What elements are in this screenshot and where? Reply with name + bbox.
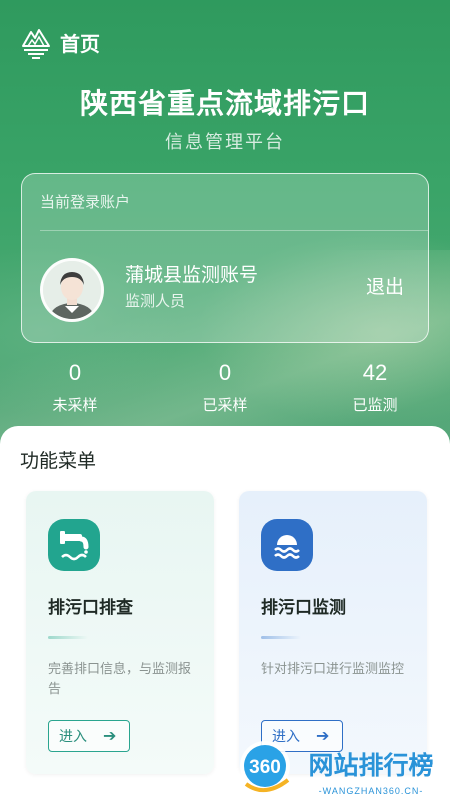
accent-bar: [48, 636, 88, 639]
accent-bar: [261, 636, 301, 639]
stat-value: 0: [68, 360, 82, 385]
card-description: 针对排污口进行监测监控: [261, 661, 405, 676]
outfall-pipe-icon: [48, 519, 100, 571]
stat-value: 42: [362, 360, 388, 385]
water-monitor-icon: [261, 519, 313, 571]
card-outfall-inspection[interactable]: 排污口排查 完善排口信息，与监测报告 进入 ➔: [26, 491, 214, 774]
stat-monitored[interactable]: 42 已监测: [325, 360, 425, 415]
enter-label: 进入: [59, 728, 87, 744]
card-description: 完善排口信息，与监测报告: [48, 661, 192, 696]
account-card: 当前登录账户 蒲城县监测账号 监测人员 退出: [21, 173, 429, 343]
logout-button[interactable]: 退出: [366, 272, 404, 299]
menu-title: 功能菜单: [20, 451, 97, 472]
platform-title: 陕西省重点流域排污口: [79, 88, 370, 119]
site-watermark: 360 网站排行榜 -WANGZHAN360.CN-: [240, 741, 434, 796]
account-divider: [40, 230, 428, 231]
account-role: 监测人员: [125, 293, 186, 310]
account-label: 当前登录账户: [40, 194, 131, 211]
stat-unsampled[interactable]: 0 未采样: [25, 360, 125, 415]
page-title: 首页: [60, 33, 100, 56]
arrow-right-icon: ➔: [103, 728, 117, 745]
stat-value: 0: [218, 360, 232, 385]
stat-label: 未采样: [52, 397, 98, 414]
watermark-name: 网站排行榜: [308, 751, 433, 780]
enter-button[interactable]: 进入 ➔: [48, 720, 130, 752]
mountain-logo-icon: [22, 29, 50, 59]
watermark-badge: 360: [249, 757, 281, 778]
stat-sampled[interactable]: 0 已采样: [175, 360, 275, 415]
platform-subtitle: 信息管理平台: [165, 132, 285, 152]
top-bar: 首页: [20, 22, 100, 62]
avatar: [40, 258, 104, 322]
user-avatar-icon: [43, 261, 101, 319]
stat-label: 已采样: [202, 397, 248, 414]
account-name: 蒲城县监测账号: [125, 265, 259, 286]
card-outfall-monitoring[interactable]: 排污口监测 针对排污口进行监测监控 进入 ➔: [239, 491, 427, 774]
card-title: 排污口监测: [261, 598, 346, 617]
stat-label: 已监测: [352, 397, 398, 414]
card-title: 排污口排查: [48, 598, 133, 617]
watermark-domain: -WANGZHAN360.CN-: [319, 786, 424, 796]
